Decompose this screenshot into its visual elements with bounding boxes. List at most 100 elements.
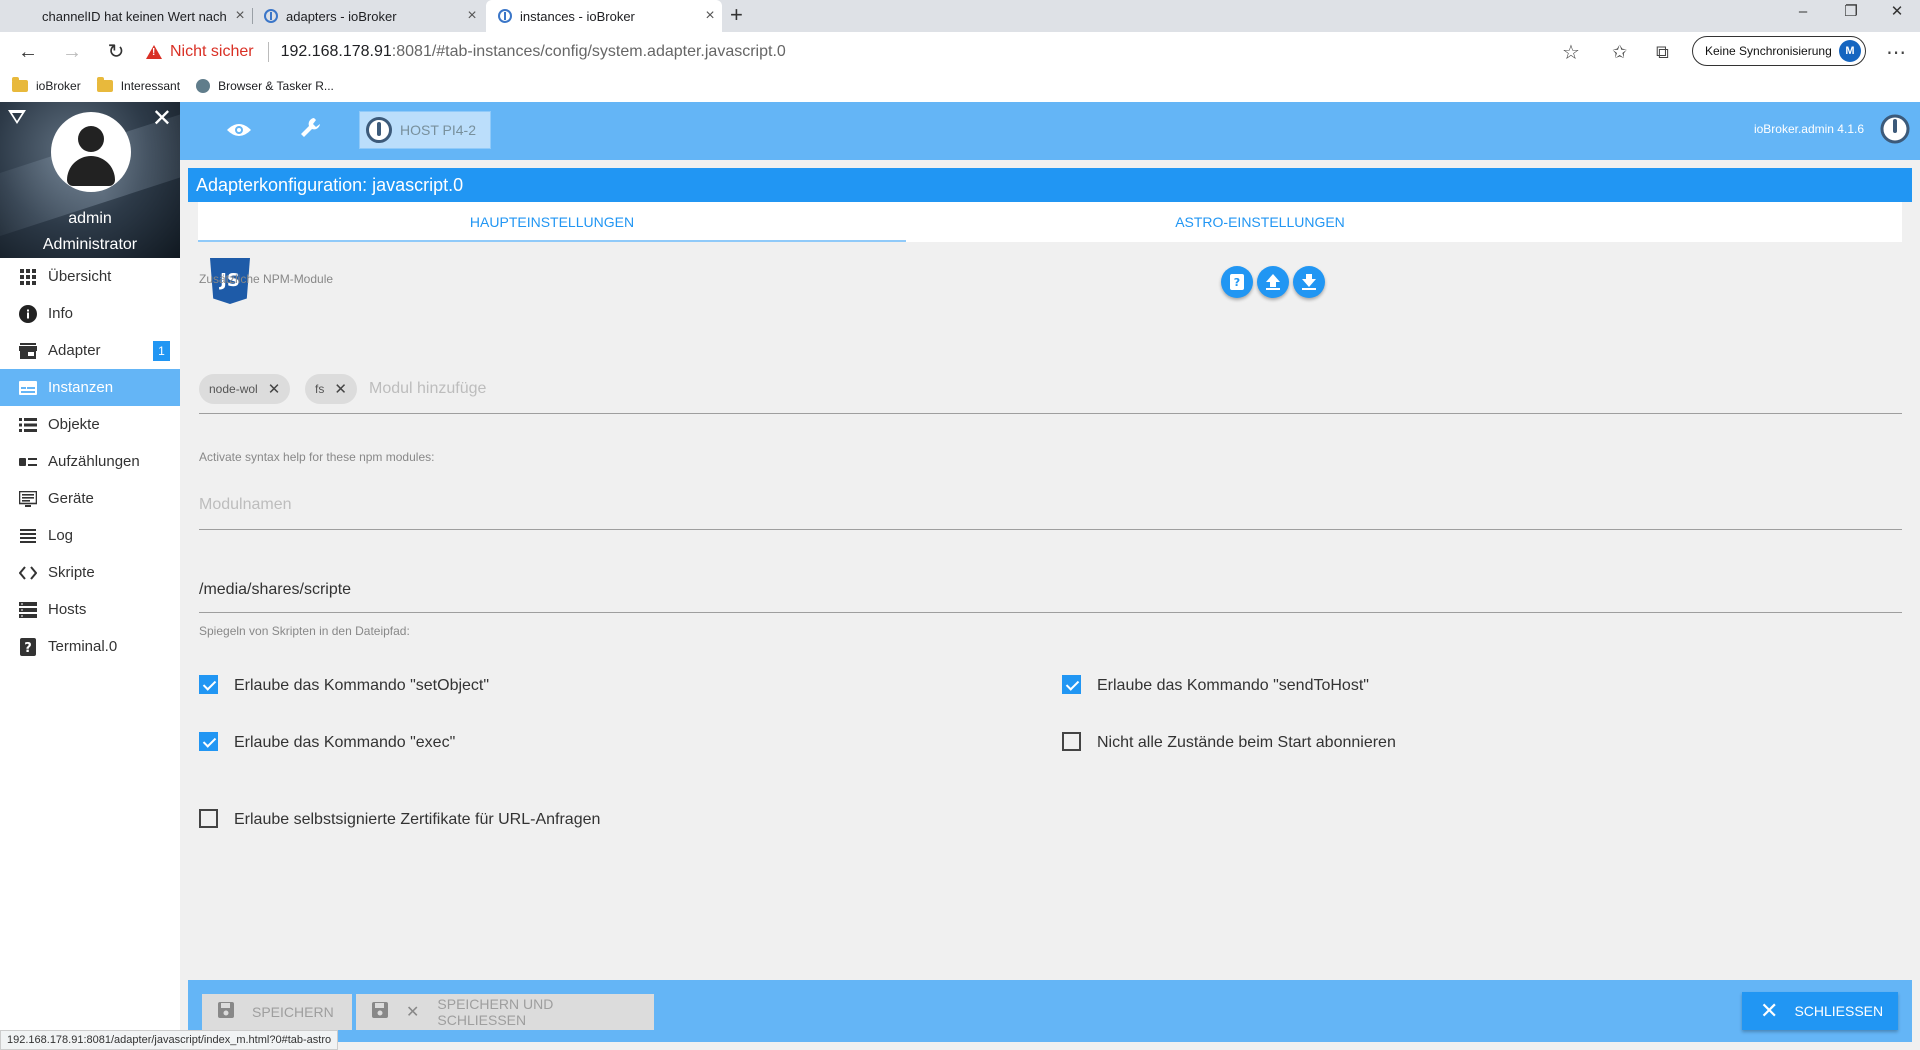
wrench-icon[interactable]: [296, 116, 326, 146]
window-close-icon[interactable]: ✕: [1874, 0, 1920, 28]
no-subscribe-checkbox[interactable]: [1062, 732, 1081, 751]
chip-remove-icon[interactable]: ✕: [268, 380, 281, 398]
browser-tab-title: adapters - ioBroker: [286, 8, 397, 24]
sidebar-item-hosts[interactable]: Hosts: [0, 591, 180, 628]
divider: [267, 42, 269, 62]
tab-astro-einstellungen[interactable]: ASTRO-EINSTELLUNGEN: [906, 202, 1614, 242]
devices-icon: [18, 490, 38, 508]
send-to-host-label: Erlaube das Kommando "sendToHost": [1097, 677, 1369, 694]
iobroker-favicon-icon: [264, 9, 278, 23]
self-signed-checkbox[interactable]: [199, 809, 218, 828]
favorites-icon[interactable]: ✩: [1612, 42, 1627, 63]
bookmarks-bar: ioBroker Interessant Browser & Tasker R.…: [0, 72, 1920, 100]
npm-chip: node-wol ✕: [199, 374, 291, 404]
browser-status-url: 192.168.178.91:8081/adapter/javascript/i…: [0, 1030, 339, 1050]
browser-tab-channelid[interactable]: channelID hat keinen Wert nach ×: [30, 0, 252, 32]
chip-label: fs: [315, 382, 325, 396]
bookmark-interessant[interactable]: Interessant: [96, 77, 180, 93]
bookmark-star-icon[interactable]: ☆: [1562, 40, 1580, 65]
active-tab-indicator: [198, 240, 906, 242]
minimize-icon[interactable]: –: [1780, 0, 1826, 28]
close-icon[interactable]: ×: [698, 7, 722, 25]
sync-button[interactable]: Keine Synchronisierung M: [1692, 36, 1866, 66]
send-to-host-checkbox[interactable]: [1062, 675, 1081, 694]
browser-tab-adapters[interactable]: adapters - ioBroker ×: [252, 0, 484, 32]
config-tabs: HAUPTEINSTELLUNGEN ASTRO-EINSTELLUNGEN: [198, 202, 1902, 242]
sidebar-item-label: Adapter: [48, 342, 101, 359]
syntax-help-label: Activate syntax help for these npm modul…: [199, 450, 435, 464]
save-label: SPEICHERN: [252, 1004, 334, 1020]
sidebar-item-geraete[interactable]: Geräte: [0, 480, 180, 517]
address-bar[interactable]: Nicht sicher 192.168.178.91:8081/#tab-in…: [146, 36, 1586, 68]
update-count-badge: 1: [153, 341, 170, 361]
close-icon[interactable]: ✕: [152, 104, 172, 133]
save-button[interactable]: SPEICHERN: [202, 994, 352, 1030]
bookmark-label: Browser & Tasker R...: [218, 79, 334, 93]
sidebar-item-label: Terminal.0: [48, 638, 118, 655]
sidebar-item-label: Log: [48, 527, 74, 544]
sidebar-item-terminal[interactable]: ? Terminal.0: [0, 628, 180, 665]
globe-icon: [196, 79, 211, 93]
collections-icon[interactable]: ⧉: [1656, 42, 1669, 63]
npm-module-input[interactable]: Modul hinzufüge: [369, 380, 486, 398]
sidebar-item-label: Geräte: [48, 490, 94, 507]
restore-icon[interactable]: ❐: [1828, 0, 1874, 28]
instances-icon: [18, 379, 38, 397]
sidebar-item-aufzaehlungen[interactable]: Aufzählungen: [0, 443, 180, 480]
input-underline: [199, 529, 1902, 530]
input-underline: [199, 612, 1902, 613]
url-path: :8081/#tab-instances/config/system.adapt…: [391, 43, 786, 60]
mirror-path-input[interactable]: /media/shares/scripte: [199, 581, 351, 599]
exec-checkbox[interactable]: [199, 732, 218, 751]
sidebar-item-uebersicht[interactable]: Übersicht: [0, 258, 180, 295]
browser-tab-instances[interactable]: instances - ioBroker ×: [486, 0, 722, 32]
module-names-input[interactable]: Modulnamen: [199, 496, 292, 514]
sidebar-item-log[interactable]: Log: [0, 517, 180, 554]
back-arrow-icon[interactable]: ←: [14, 38, 42, 66]
npm-modules-label: Zusätzliche NPM-Module: [199, 272, 334, 286]
eye-icon[interactable]: [224, 116, 254, 146]
bookmark-iobroker[interactable]: ioBroker: [12, 77, 81, 93]
sidebar-item-adapter[interactable]: Adapter 1: [0, 332, 180, 369]
forward-arrow-icon[interactable]: →: [58, 38, 86, 66]
help-button[interactable]: ?: [1221, 266, 1253, 298]
dropdown-triangle-icon[interactable]: [8, 110, 26, 124]
close-icon[interactable]: ×: [228, 7, 252, 25]
browser-tab-title: channelID hat keinen Wert nach: [42, 8, 227, 24]
mirror-path-label: Spiegeln von Skripten in den Dateipfad:: [199, 624, 410, 638]
tab-haupteinstellungen[interactable]: HAUPTEINSTELLUNGEN: [198, 202, 906, 242]
sidebar-item-instanzen[interactable]: Instanzen: [0, 369, 180, 406]
hosts-icon: [18, 601, 38, 619]
self-signed-label: Erlaube selbstsignierte Zertifikate für …: [234, 811, 601, 828]
chip-remove-icon[interactable]: ✕: [334, 380, 347, 398]
sidebar-item-skripte[interactable]: Skripte: [0, 554, 180, 591]
warning-icon: [146, 45, 162, 59]
url-host: 192.168.178.91: [280, 43, 392, 60]
bookmark-browser-tasker[interactable]: Browser & Tasker R...: [196, 79, 334, 93]
sidebar-item-objekte[interactable]: Objekte: [0, 406, 180, 443]
new-tab-plus-icon[interactable]: +: [730, 2, 743, 28]
sidebar-item-info[interactable]: Info: [0, 295, 180, 332]
list-icon: [18, 416, 38, 434]
host-selector-button[interactable]: HOST PI4-2: [359, 111, 491, 149]
reload-icon[interactable]: ↻: [102, 38, 130, 66]
adapter-config-panel: Adapterkonfiguration: javascript.0 HAUPT…: [180, 160, 1920, 1050]
iobroker-logo-icon: [366, 117, 392, 143]
close-icon[interactable]: ×: [460, 7, 484, 25]
bookmark-label: ioBroker: [36, 79, 81, 93]
sidebar-item-label: Übersicht: [48, 268, 112, 285]
folder-icon: [12, 77, 28, 92]
security-indicator[interactable]: Nicht sicher: [170, 43, 254, 61]
set-object-checkbox[interactable]: [199, 675, 218, 694]
host-label: HOST PI4-2: [400, 122, 476, 138]
download-button[interactable]: [1293, 266, 1325, 298]
no-subscribe-label: Nicht alle Zustände beim Start abonniere…: [1097, 734, 1396, 751]
close-button[interactable]: ✕ SCHLIESSEN: [1742, 992, 1898, 1030]
user-avatar-icon: [51, 112, 131, 192]
more-menu-icon[interactable]: ⋯: [1886, 40, 1906, 65]
close-label: SCHLIESSEN: [1794, 1003, 1884, 1019]
upload-button[interactable]: [1257, 266, 1289, 298]
save-and-close-button[interactable]: ✕ SPEICHERN UND SCHLIESSEN: [356, 994, 654, 1030]
page-title: Adapterkonfiguration: javascript.0: [188, 168, 1912, 202]
browser-tab-title: instances - ioBroker: [520, 8, 635, 24]
